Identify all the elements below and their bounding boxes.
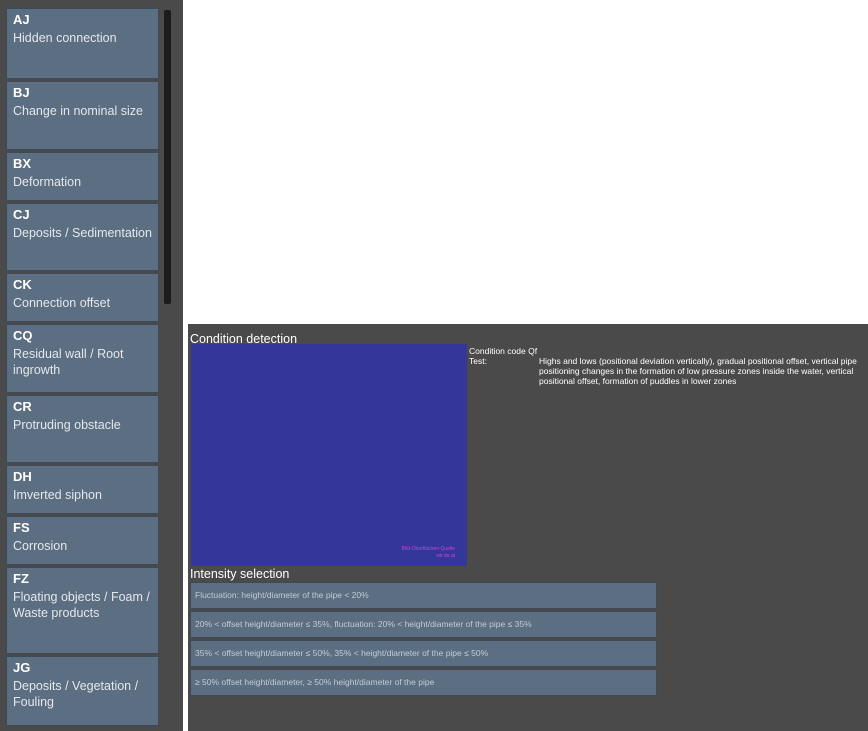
code-description: Change in nominal size	[13, 104, 143, 118]
code-item-fz[interactable]: FZ Floating objects / Foam / Waste produ…	[6, 567, 159, 654]
code-item-bx[interactable]: BX Deformation	[6, 152, 159, 201]
code-item-jg[interactable]: JG Deposits / Vegetation / Fouling	[6, 656, 159, 726]
condition-code-sidebar: AJ Hidden connection BJ Change in nomina…	[0, 0, 183, 731]
condition-code-label: Condition code	[469, 346, 526, 356]
code-item-aj[interactable]: AJ Hidden connection	[6, 8, 159, 79]
code-description: Corrosion	[13, 539, 68, 553]
test-label: Test:	[469, 356, 487, 366]
condition-code-row: Condition code Qf	[469, 346, 861, 356]
code-description: Residual wall / Root ingrowth	[13, 347, 124, 377]
code-label: CJ	[13, 207, 30, 222]
test-row: Test: Highs and lows (positional deviati…	[469, 356, 861, 386]
code-description: Imverted siphon	[13, 488, 102, 502]
intensity-option-2[interactable]: 20% < offset height/diameter ≤ 35%, fluc…	[190, 611, 657, 638]
code-description: Deposits / Vegetation / Fouling	[13, 679, 139, 709]
condition-panel: Condition detection Bild-Oberflächen-Que…	[188, 324, 868, 731]
code-label: CR	[13, 399, 32, 414]
code-description: Deformation	[13, 175, 82, 189]
intensity-options: Fluctuation: height/diameter of the pipe…	[190, 582, 657, 698]
code-label: BX	[13, 156, 32, 171]
code-label: FZ	[13, 571, 29, 586]
condition-info: Condition code Qf Test: Highs and lows (…	[469, 346, 861, 386]
code-item-dh[interactable]: DH Imverted siphon	[6, 465, 159, 514]
condition-code-value: Qf	[528, 346, 538, 356]
intensity-option-1[interactable]: Fluctuation: height/diameter of the pipe…	[190, 582, 657, 609]
code-label: CK	[13, 277, 32, 292]
code-label: BJ	[13, 85, 30, 100]
intensity-option-3[interactable]: 35% < offset height/diameter ≤ 50%, 35% …	[190, 640, 657, 667]
condition-code-list: AJ Hidden connection BJ Change in nomina…	[6, 8, 159, 728]
code-description: Connection offset	[13, 296, 111, 310]
condition-image: Bild-Oberflächen-Quelle wir.de.at	[191, 344, 467, 566]
code-label: CQ	[13, 328, 33, 343]
test-description: Highs and lows (positional deviation ver…	[539, 356, 857, 386]
sidebar-scrollbar-thumb[interactable]	[164, 10, 171, 304]
code-item-cq[interactable]: CQ Residual wall / Root ingrowth	[6, 324, 159, 393]
image-caption: Bild-Oberflächen-Quelle wir.de.at	[401, 546, 455, 559]
code-description: Deposits / Sedimentation	[13, 226, 152, 240]
code-label: FS	[13, 520, 30, 535]
code-description: Hidden connection	[13, 31, 117, 45]
code-item-ck[interactable]: CK Connection offset	[6, 273, 159, 322]
code-item-cj[interactable]: CJ Deposits / Sedimentation	[6, 203, 159, 271]
code-description: Floating objects / Foam / Waste products	[13, 590, 150, 620]
code-label: AJ	[13, 12, 30, 27]
code-item-cr[interactable]: CR Protruding obstacle	[6, 395, 159, 463]
code-label: JG	[13, 660, 31, 675]
code-item-fs[interactable]: FS Corrosion	[6, 516, 159, 565]
intensity-selection-title: Intensity selection	[190, 567, 290, 581]
intensity-option-4[interactable]: ≥ 50% offset height/diameter, ≥ 50% heig…	[190, 669, 657, 696]
code-item-bj[interactable]: BJ Change in nominal size	[6, 81, 159, 150]
code-description: Protruding obstacle	[13, 418, 121, 432]
code-label: DH	[13, 469, 32, 484]
